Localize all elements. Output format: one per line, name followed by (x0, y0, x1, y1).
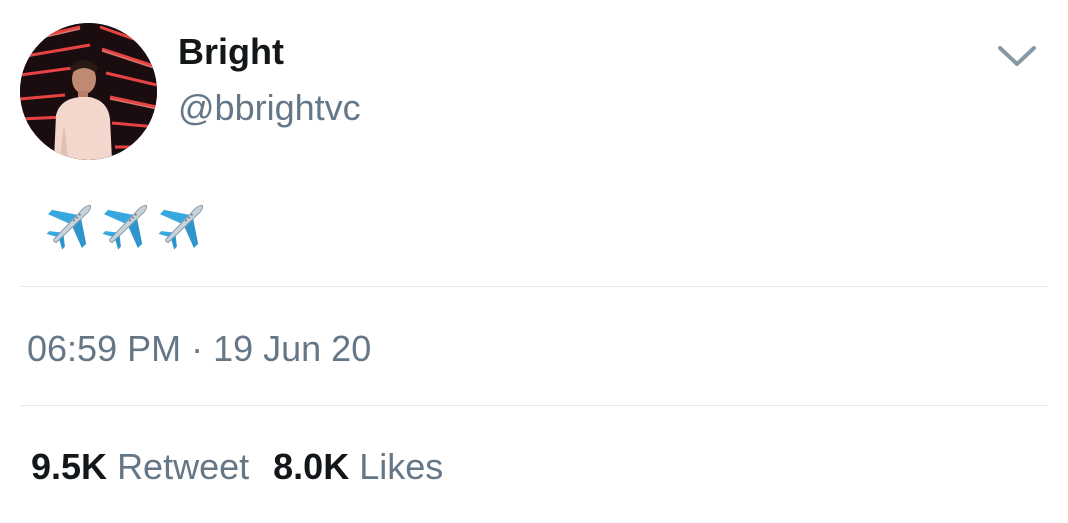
avatar[interactable] (20, 23, 157, 160)
retweets-label: Retweet (117, 446, 250, 487)
likes-count: 8.0K (273, 446, 350, 487)
tweet-stats: 9.5K Retweet 8.0K Likes (31, 445, 443, 489)
display-name[interactable]: Bright (178, 30, 284, 74)
airplane-icon (46, 204, 92, 250)
chevron-down-icon[interactable] (996, 40, 1038, 70)
airplane-icon (158, 204, 204, 250)
retweets-count: 9.5K (31, 446, 108, 487)
tweet-timestamp: 06:59 PM · 19 Jun 20 (27, 328, 372, 369)
likes-label: Likes (359, 446, 444, 487)
tweet-text (46, 196, 210, 256)
divider (20, 286, 1048, 287)
airplane-icon (102, 204, 148, 250)
user-handle[interactable]: @bbrightvc (178, 86, 361, 130)
likes-stat[interactable]: 8.0K Likes (273, 446, 443, 487)
retweets-stat[interactable]: 9.5K Retweet (31, 446, 249, 487)
divider (20, 405, 1048, 406)
